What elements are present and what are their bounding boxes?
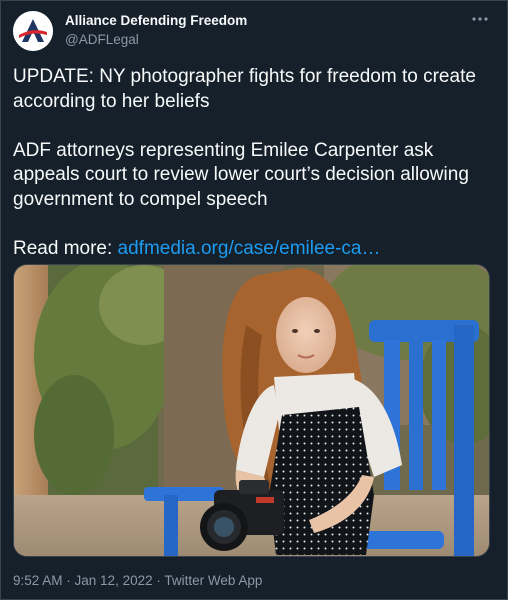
more-horizontal-icon — [472, 17, 488, 21]
adf-logo-icon — [13, 11, 53, 51]
meta-separator: · — [152, 573, 165, 588]
meta-separator: · — [62, 573, 75, 588]
tweet-source[interactable]: Twitter Web App — [164, 573, 262, 588]
tweet-paragraph: ADF attorneys representing Emilee Carpen… — [13, 139, 469, 210]
tweet-paragraph: UPDATE: NY photographer fights for freed… — [13, 66, 476, 112]
article-link[interactable]: adfmedia.org/case/emilee-ca… — [118, 238, 381, 259]
photo-image — [14, 265, 489, 556]
tweet-date[interactable]: Jan 12, 2022 — [75, 573, 153, 588]
author-handle[interactable]: @ADFLegal — [65, 32, 139, 47]
read-more-label: Read more: — [13, 237, 118, 259]
tweet-card: Alliance Defending Freedom @ADFLegal UPD… — [0, 0, 508, 600]
tweet-timestamp: 9:52 AM · Jan 12, 2022 · Twitter Web App — [13, 573, 262, 588]
author-name[interactable]: Alliance Defending Freedom — [65, 13, 247, 28]
read-more-line: Read more: adfmedia.org/case/emilee-ca… — [13, 237, 493, 262]
media-photo[interactable] — [13, 264, 490, 557]
tweet-text: UPDATE: NY photographer fights for freed… — [13, 65, 493, 261]
more-options-button[interactable] — [469, 11, 491, 27]
avatar[interactable] — [13, 11, 53, 51]
tweet-time[interactable]: 9:52 AM — [13, 573, 63, 588]
